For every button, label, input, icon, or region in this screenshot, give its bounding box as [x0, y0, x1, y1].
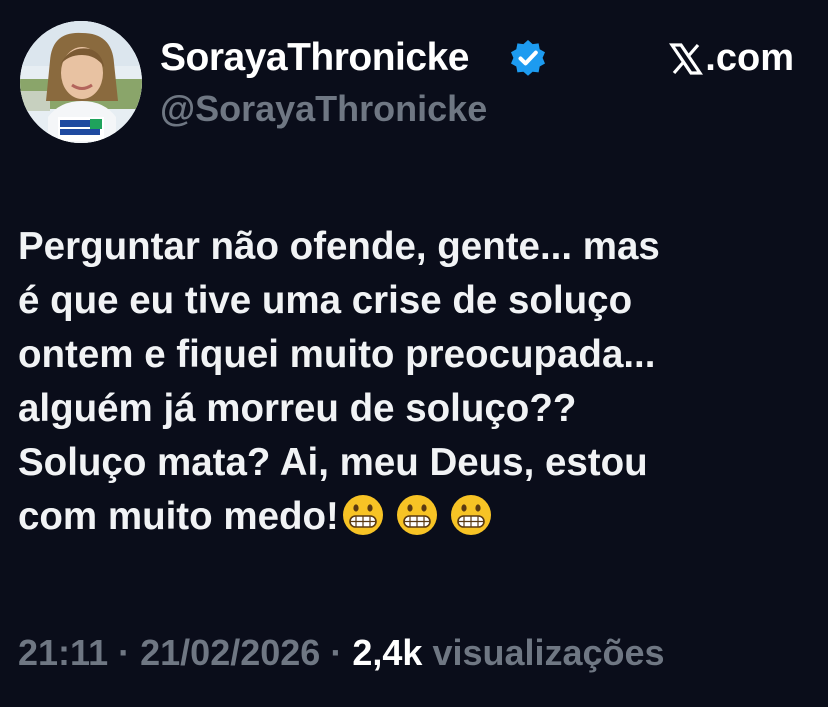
tweet-text-line: com muito medo! [18, 495, 339, 538]
meta-separator: · [118, 632, 131, 673]
avatar-photo [20, 21, 142, 143]
author-handle[interactable]: @SorayaThronicke [160, 88, 487, 130]
avatar[interactable] [20, 21, 142, 143]
grimacing-face-icon [342, 495, 383, 535]
tweet-text-line: Perguntar não ofende, gente... mas [18, 225, 660, 268]
grimacing-face-icon [396, 495, 437, 535]
tweet-card: SorayaThronicke @SorayaThronicke .com Pe… [0, 0, 828, 707]
site-domain-suffix: .com [705, 37, 794, 79]
tweet-meta: 21:11 · 21/02/2026 · 2,4k visualizações [18, 632, 665, 674]
tweet-text-last-line: com muito medo! [18, 490, 818, 544]
verified-badge-icon [511, 40, 545, 76]
grimacing-face-icon [450, 495, 491, 535]
tweet-time[interactable]: 21:11 [18, 632, 108, 673]
tweet-date[interactable]: 21/02/2026 [140, 632, 320, 673]
tweet-text-line: alguém já morreu de soluço?? [18, 387, 577, 430]
views-label: visualizações [432, 632, 665, 673]
tweet-text-line: é que eu tive uma crise de soluço [18, 279, 633, 322]
site-domain: .com [669, 37, 794, 80]
meta-separator: · [330, 632, 343, 673]
tweet-text-line: Soluço mata? Ai, meu Deus, estou [18, 441, 648, 484]
x-logo-icon [669, 42, 704, 75]
tweet-text: Perguntar não ofende, gente... mas é que… [18, 220, 818, 544]
views-count: 2,4k [352, 632, 423, 673]
tweet-text-line: ontem e fiquei muito preocupada... [18, 333, 656, 376]
author-display-name[interactable]: SorayaThronicke [160, 36, 469, 80]
